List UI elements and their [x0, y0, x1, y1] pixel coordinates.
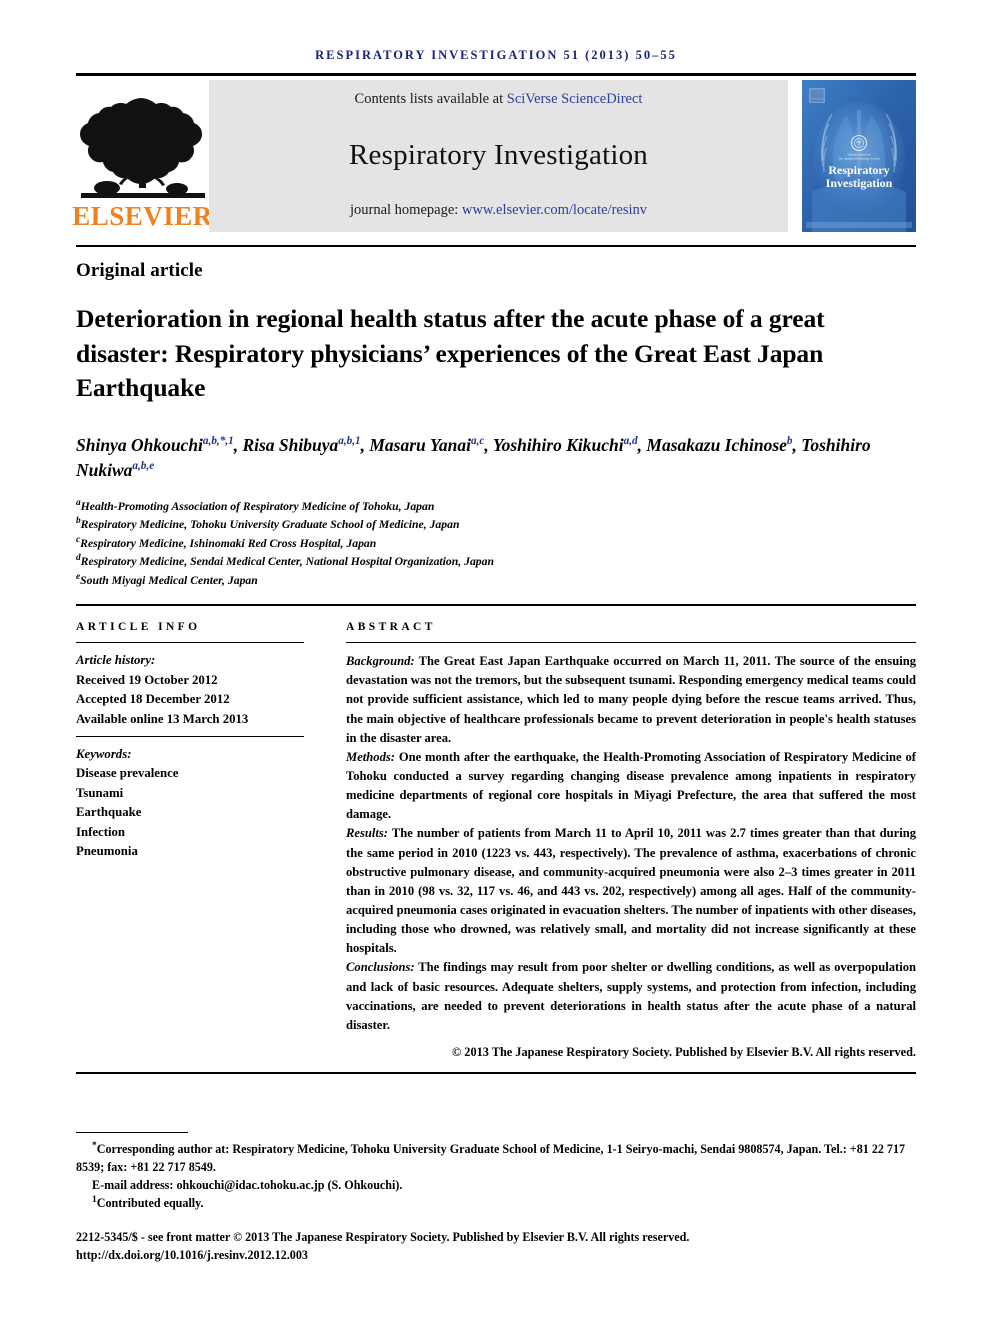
abstract-section-label: Results: — [346, 826, 388, 841]
journal-cover-thumbnail[interactable]: Official Journal of The Japanese Respira… — [802, 80, 916, 232]
elsevier-tree-icon — [79, 92, 207, 202]
journal-homepage-line: journal homepage: www.elsevier.com/locat… — [350, 202, 647, 219]
affiliation-item: eSouth Miyagi Medical Center, Japan — [76, 572, 916, 590]
contents-lists-prefix: Contents lists available at — [354, 91, 507, 107]
front-matter-block: 2212-5345/$ - see front matter © 2013 Th… — [76, 1228, 916, 1265]
footnote-list: *Corresponding author at: Respiratory Me… — [76, 1140, 916, 1213]
page-title: Deterioration in regional health status … — [76, 304, 825, 403]
affiliation-item: dRespiratory Medicine, Sendai Medical Ce… — [76, 553, 916, 571]
abstract-section: Background: The Great East Japan Earthqu… — [346, 652, 916, 748]
article-history-block: Article history: Received 19 October 201… — [76, 643, 304, 736]
journal-homepage-prefix: journal homepage: — [349, 202, 462, 218]
author-name: Risa Shibuya — [242, 435, 339, 456]
abstract-section: Conclusions: The findings may result fro… — [346, 958, 916, 1035]
abstract-body: Background: The Great East Japan Earthqu… — [346, 643, 916, 1035]
journal-masthead: ELSEVIER Contents lists available at Sci… — [72, 80, 916, 232]
doi-link[interactable]: http://dx.doi.org/10.1016/j.resinv.2012.… — [76, 1246, 916, 1264]
article-type-label: Original article — [76, 260, 203, 281]
author-affiliation-marker: a,b,1 — [338, 435, 361, 448]
footnote-corresponding-author: *Corresponding author at: Respiratory Me… — [76, 1140, 916, 1176]
abstract-section-label: Background: — [346, 654, 415, 669]
contents-lists-line: Contents lists available at SciVerse Sci… — [355, 91, 643, 108]
affiliation-item: cRespiratory Medicine, Ishinomaki Red Cr… — [76, 535, 916, 553]
footnote-divider — [76, 1132, 188, 1133]
affiliation-text: Respiratory Medicine, Ishinomaki Red Cro… — [80, 536, 377, 550]
abstract-section-label: Methods: — [346, 749, 395, 764]
journal-article-page: Respiratory Investigation 51 (2013) 50–5… — [0, 0, 992, 1323]
author-affiliation-marker: a,d — [623, 435, 638, 448]
abstract-section-text: The number of patients from March 11 to … — [346, 826, 916, 956]
journal-homepage-link[interactable]: www.elsevier.com/locate/resinv — [462, 202, 647, 218]
keyword-item: Tsunami — [76, 785, 124, 800]
author-list: Shinya Ohkouchia,b,*,1, Risa Shibuyaa,b,… — [76, 435, 871, 481]
article-history-item: Received 19 October 2012 — [76, 672, 218, 687]
footnote-corresponding-text: Corresponding author at: Respiratory Med… — [76, 1142, 906, 1175]
affiliations-divider — [76, 604, 916, 607]
affiliation-list: aHealth-Promoting Association of Respira… — [76, 498, 916, 590]
author-name: Yoshihiro Kikuchi — [492, 435, 624, 456]
article-history-item: Accepted 18 December 2012 — [76, 692, 230, 707]
abstract-bottom-divider — [76, 1072, 916, 1074]
cover-title-line2: Investigation — [826, 176, 893, 190]
author-affiliation-marker: a,c — [471, 435, 485, 448]
footnote-email-label: E-mail address: — [92, 1178, 174, 1193]
masthead-center-panel: Contents lists available at SciVerse Sci… — [209, 80, 788, 232]
article-info-column: Article info Article history: Received 1… — [76, 621, 324, 1060]
elsevier-logo[interactable]: ELSEVIER — [72, 80, 212, 232]
article-history-label: Article history: — [76, 653, 156, 668]
article-info-heading: Article info — [76, 621, 201, 634]
affiliation-text: South Miyagi Medical Center, Japan — [80, 573, 258, 587]
info-abstract-region: Article info Article history: Received 1… — [76, 621, 916, 1060]
front-matter-line: 2212-5345/$ - see front matter © 2013 Th… — [76, 1230, 690, 1244]
abstract-section-text: The Great East Japan Earthquake occurred… — [346, 654, 916, 745]
abstract-column: Abstract Background: The Great East Japa… — [324, 621, 916, 1060]
abstract-section: Results: The number of patients from Mar… — [346, 824, 916, 958]
cover-title-line1: Respiratory — [828, 163, 889, 177]
affiliation-text: Respiratory Medicine, Sendai Medical Cen… — [80, 555, 494, 569]
author-affiliation-marker: a,b,*,1 — [202, 435, 234, 448]
sciencedirect-link[interactable]: SciVerse ScienceDirect — [507, 91, 643, 107]
footnote-contributed-equally: 1Contributed equally. — [76, 1194, 916, 1212]
footnote-contributed-text: Contributed equally. — [96, 1196, 204, 1211]
keyword-item: Pneumonia — [76, 844, 138, 859]
footnote-email-address[interactable]: ohkouchi@idac.tohoku.ac.jp (S. Ohkouchi)… — [176, 1178, 402, 1192]
affiliation-text: Respiratory Medicine, Tohoku University … — [80, 518, 460, 532]
author-name: Shinya Ohkouchi — [76, 435, 203, 456]
author-affiliation-marker: a,b,e — [132, 460, 155, 473]
keyword-item: Infection — [76, 824, 126, 839]
journal-cover-image: Official Journal of The Japanese Respira… — [802, 80, 916, 232]
keywords-block: Keywords: Disease prevalence Tsunami Ear… — [76, 737, 304, 862]
keyword-item: Earthquake — [76, 805, 142, 820]
footnote-email: E-mail address: ohkouchi@idac.tohoku.ac.… — [76, 1176, 916, 1194]
cover-society-line2: The Japanese Respiratory Society — [838, 157, 880, 161]
affiliation-item: aHealth-Promoting Association of Respira… — [76, 498, 916, 516]
affiliation-text: Health-Promoting Association of Respirat… — [80, 499, 435, 513]
author-name: Masaru Yanai — [369, 435, 472, 456]
abstract-section-text: The findings may result from poor shelte… — [346, 960, 916, 1032]
running-head: Respiratory Investigation 51 (2013) 50–5… — [315, 48, 677, 62]
author-affiliation-marker: b — [786, 435, 793, 448]
journal-title: Respiratory Investigation — [349, 138, 648, 171]
footnote-area: *Corresponding author at: Respiratory Me… — [76, 1132, 916, 1213]
abstract-copyright: © 2013 The Japanese Respiratory Society.… — [452, 1045, 916, 1059]
keywords-label: Keywords: — [76, 746, 132, 761]
abstract-heading: Abstract — [346, 621, 436, 634]
affiliation-item: bRespiratory Medicine, Tohoku University… — [76, 516, 916, 534]
article-history-item: Available online 13 March 2013 — [76, 711, 249, 726]
abstract-section-label: Conclusions: — [346, 960, 415, 975]
header-divider-thick — [76, 73, 916, 76]
masthead-divider — [76, 245, 916, 247]
keyword-item: Disease prevalence — [76, 766, 179, 781]
abstract-section-text: One month after the earthquake, the Heal… — [346, 749, 916, 822]
elsevier-wordmark: ELSEVIER — [72, 201, 213, 231]
abstract-section: Methods: One month after the earthquake,… — [346, 748, 916, 825]
author-name: Masakazu Ichinose — [646, 435, 787, 456]
